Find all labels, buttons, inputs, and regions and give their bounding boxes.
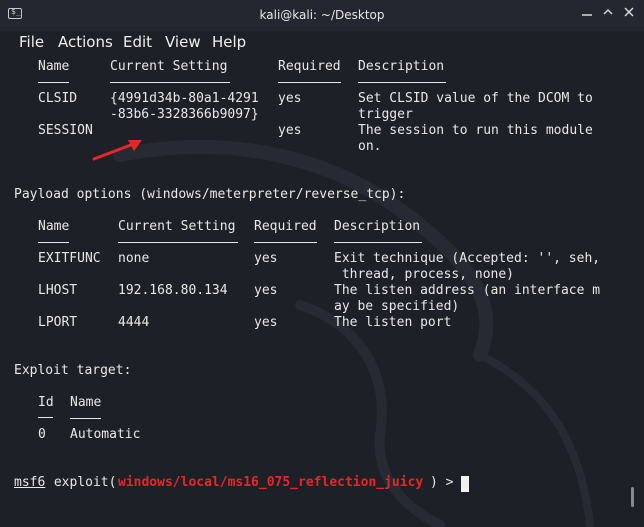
- close-button[interactable]: [619, 4, 639, 24]
- payload-option-name: LPORT: [38, 315, 78, 330]
- header-underline: [278, 82, 341, 83]
- col-header-setting: Current Setting: [118, 219, 236, 234]
- payload-option-setting: 192.168.80.134: [118, 283, 228, 298]
- minimize-button[interactable]: [577, 4, 597, 24]
- header-underline: [254, 242, 317, 243]
- prompt-module: windows/local/ms16_075_reflection_juicy: [118, 475, 424, 490]
- target-name: Automatic: [70, 427, 141, 442]
- header-underline: [118, 242, 238, 243]
- option-description: The session to run this module: [358, 123, 593, 138]
- msf-prompt-label: msf6: [14, 475, 46, 490]
- payload-option-required: yes: [254, 283, 278, 298]
- option-setting-cont: -83b6-3328366b9097}: [110, 107, 259, 122]
- col-header-name: Name: [38, 59, 70, 74]
- target-id: 0: [38, 427, 46, 442]
- window-titlebar: $_ kali@kali: ~/Desktop: [0, 0, 644, 31]
- prompt-tail: ) >: [430, 475, 462, 490]
- menu-edit[interactable]: Edit: [123, 33, 152, 51]
- menu-actions[interactable]: Actions: [58, 33, 113, 51]
- payload-option-description: The listen address (an interface m: [334, 283, 601, 298]
- maximize-icon: [603, 8, 613, 15]
- scrollbar[interactable]: [631, 487, 634, 507]
- prompt-command: exploit(: [46, 475, 117, 490]
- payload-option-setting: 4444: [118, 315, 150, 330]
- col-header-id: Id: [38, 395, 54, 410]
- col-header-required: Required: [278, 59, 341, 74]
- maximize-button[interactable]: [598, 4, 618, 24]
- payload-option-required: yes: [254, 251, 278, 266]
- col-header-description: Description: [334, 219, 421, 234]
- header-underline: [38, 82, 69, 83]
- header-underline: [334, 242, 422, 243]
- option-required: yes: [278, 91, 302, 106]
- option-name: SESSION: [38, 123, 93, 138]
- option-description-cont: trigger: [358, 107, 413, 122]
- option-description: Set CLSID value of the DCOM to: [358, 91, 593, 106]
- option-name: CLSID: [38, 91, 78, 106]
- menu-bar: File Actions Edit View Help: [0, 31, 644, 55]
- payload-option-name: LHOST: [38, 283, 78, 298]
- col-header-name: Name: [70, 395, 102, 410]
- header-underline: [110, 82, 230, 83]
- annotation-arrow: [92, 140, 142, 161]
- minimize-icon: [582, 14, 592, 16]
- close-icon: [624, 7, 634, 17]
- payload-option-name: EXITFUNC: [38, 251, 101, 266]
- payload-option-required: yes: [254, 315, 278, 330]
- payload-option-description-cont: ay be specified): [334, 299, 460, 314]
- option-setting: {4991d34b-80a1-4291: [110, 91, 259, 106]
- col-header-required: Required: [254, 219, 317, 234]
- payload-options-title: Payload options (windows/meterpreter/rev…: [14, 187, 406, 202]
- exploit-target-title: Exploit target:: [14, 363, 132, 378]
- col-header-name: Name: [38, 219, 70, 234]
- header-underline: [70, 418, 101, 419]
- col-header-description: Description: [358, 59, 445, 74]
- payload-option-description-cont: thread, process, none): [334, 267, 515, 282]
- col-header-setting: Current Setting: [110, 59, 228, 74]
- payload-option-setting: none: [118, 251, 150, 266]
- terminal-output[interactable]: Name Current Setting Required Descriptio…: [0, 55, 644, 527]
- text-cursor[interactable]: [461, 476, 469, 492]
- menu-view[interactable]: View: [165, 33, 201, 51]
- header-underline: [38, 242, 69, 243]
- menu-file[interactable]: File: [19, 33, 44, 51]
- header-underline: [358, 82, 446, 83]
- window-title: kali@kali: ~/Desktop: [259, 8, 385, 22]
- option-required: yes: [278, 123, 302, 138]
- option-description-cont: on.: [358, 139, 382, 154]
- payload-option-description: Exit technique (Accepted: '', seh,: [334, 251, 601, 266]
- menu-help[interactable]: Help: [212, 33, 246, 51]
- payload-option-description: The listen port: [334, 315, 452, 330]
- header-underline: [38, 417, 53, 418]
